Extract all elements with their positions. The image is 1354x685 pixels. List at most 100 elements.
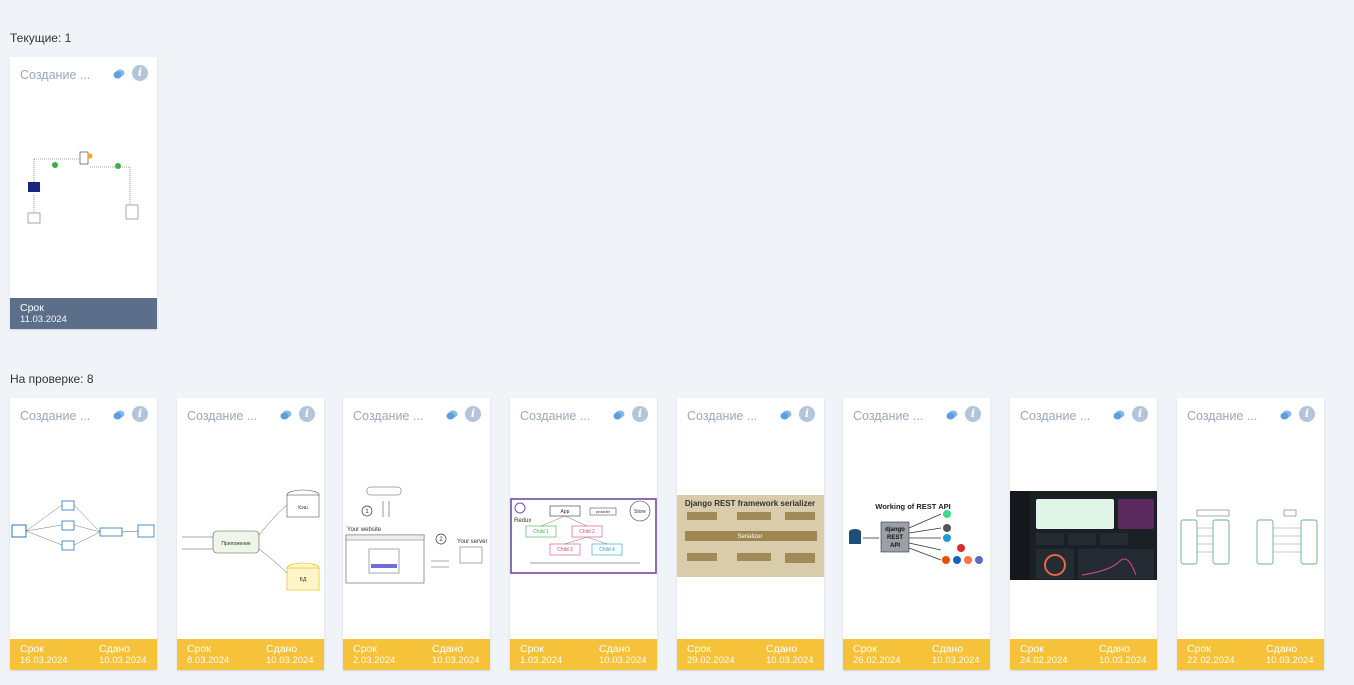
submitted-date: 10.03.2024 (599, 655, 647, 666)
deadline-label: Срок (687, 643, 711, 655)
card-title: Создание ... (353, 409, 424, 423)
card-title: Создание ... (20, 68, 91, 82)
card-footer: Срок 16.03.2024 Сдано 10.03.2024 (10, 639, 157, 670)
diagram-thumbnail-website-server: 1 Your website 2 Your server (343, 483, 490, 588)
chat-icon[interactable] (113, 69, 125, 80)
task-card-review[interactable]: Создание ... i Working of REST API djang… (843, 398, 990, 670)
rest-title: Working of REST API (875, 502, 950, 511)
svg-text:2: 2 (439, 537, 443, 543)
submitted-label: Сдано (932, 643, 964, 655)
card-title: Создание ... (1187, 409, 1258, 423)
django-serializer-label: Serializer (737, 534, 762, 540)
card-footer: Срок 8.03.2024 Сдано 10.03.2024 (177, 639, 324, 670)
deadline-date: 29.02.2024 (687, 655, 735, 666)
svg-text:Child 3: Child 3 (557, 547, 573, 553)
submitted-date: 10.03.2024 (932, 655, 980, 666)
chat-icon[interactable] (780, 410, 792, 421)
deadline-label: Срок (20, 643, 44, 655)
submitted-label: Сдано (266, 643, 298, 655)
chat-icon[interactable] (1113, 410, 1125, 421)
sql-db-label: БД (300, 577, 307, 583)
deadline-date: 26.02.2024 (853, 655, 901, 666)
svg-text:REST: REST (887, 535, 903, 541)
chat-icon[interactable] (1280, 410, 1292, 421)
card-title: Создание ... (187, 409, 258, 423)
info-icon[interactable]: i (465, 406, 481, 422)
task-card-current[interactable]: Создание ... i Срок 11.03.2024 (10, 57, 157, 329)
screenshot-thumbnail-dark-dashboard (1010, 491, 1157, 580)
deadline-date: 8.03.2024 (187, 655, 230, 666)
submitted-label: Сдано (766, 643, 798, 655)
deadline-label: Срок (520, 643, 544, 655)
deadline-date: 1.03.2024 (520, 655, 563, 666)
current-section-heading: Текущие: 1 (10, 31, 72, 45)
diagram-thumbnail-cache-flow: Приложение Кэш БД (177, 473, 324, 598)
svg-text:Child 4: Child 4 (599, 547, 615, 553)
diagram-thumbnail-django-serializer: Django REST framework serializer Seriali… (677, 495, 824, 577)
submitted-date: 10.03.2024 (1266, 655, 1314, 666)
card-footer: Срок 24.02.2024 Сдано 10.03.2024 (1010, 639, 1157, 670)
task-card-review[interactable]: Создание ... i Срок 16.03.2024 Сдано 10.… (10, 398, 157, 670)
task-card-review[interactable]: Создание ... i Срок 24.02.2024 Сдано 10.… (1010, 398, 1157, 670)
chat-icon[interactable] (946, 410, 958, 421)
svg-text:API: API (890, 543, 900, 549)
diagram-thumbnail-auth-flow (10, 147, 157, 237)
info-icon[interactable]: i (632, 406, 648, 422)
cache-db-label: Кэш (298, 505, 307, 511)
chat-icon[interactable] (613, 410, 625, 421)
submitted-date: 10.03.2024 (1099, 655, 1147, 666)
diagram-thumbnail-redux: Redux App provider Store Child 1 Child 2… (510, 498, 657, 574)
card-footer: Срок 22.02.2024 Сдано 10.03.2024 (1177, 639, 1324, 670)
card-title: Создание ... (1020, 409, 1091, 423)
task-card-review[interactable]: Создание ... i Django REST framework ser… (677, 398, 824, 670)
info-icon[interactable]: i (965, 406, 981, 422)
task-card-review[interactable]: Создание ... i 1 Your website 2 Your ser… (343, 398, 490, 670)
chat-icon[interactable] (113, 410, 125, 421)
card-title: Создание ... (520, 409, 591, 423)
submitted-label: Сдано (99, 643, 131, 655)
submitted-date: 10.03.2024 (432, 655, 480, 666)
info-icon[interactable]: i (1299, 406, 1315, 422)
card-footer: Срок 11.03.2024 (10, 298, 157, 329)
task-card-review[interactable]: Создание ... i Срок 22.02.2024 Сдано 10.… (1177, 398, 1324, 670)
card-footer: Срок 29.02.2024 Сдано 10.03.2024 (677, 639, 824, 670)
submitted-date: 10.03.2024 (766, 655, 814, 666)
deadline-label: Срок (853, 643, 877, 655)
deadline-label: Срок (1187, 643, 1211, 655)
diagram-thumbnail-rest-api: Working of REST API django REST API (843, 498, 990, 576)
task-card-review[interactable]: Создание ... i Приложение Кэш БД Срок 8.… (177, 398, 324, 670)
info-icon[interactable]: i (299, 406, 315, 422)
card-title: Создание ... (687, 409, 758, 423)
deadline-label: Срок (20, 302, 44, 314)
cache-center-label: Приложение (221, 541, 251, 547)
deadline-date: 22.02.2024 (1187, 655, 1235, 666)
info-icon[interactable]: i (799, 406, 815, 422)
django-title: Django REST framework serializer (685, 499, 815, 508)
card-title: Создание ... (20, 409, 91, 423)
deadline-label: Срок (187, 643, 211, 655)
svg-text:django: django (885, 527, 905, 533)
info-icon[interactable]: i (1132, 406, 1148, 422)
chat-icon[interactable] (446, 410, 458, 421)
task-card-review[interactable]: Создание ... i Redux App provider Store … (510, 398, 657, 670)
card-footer: Срок 2.03.2024 Сдано 10.03.2024 (343, 639, 490, 670)
submitted-label: Сдано (599, 643, 631, 655)
website-label: Your website (347, 527, 382, 533)
card-footer: Срок 26.02.2024 Сдано 10.03.2024 (843, 639, 990, 670)
chat-icon[interactable] (280, 410, 292, 421)
submitted-label: Сдано (432, 643, 464, 655)
svg-text:Child 2: Child 2 (579, 529, 595, 535)
submitted-label: Сдано (1099, 643, 1131, 655)
deadline-date: 2.03.2024 (353, 655, 396, 666)
deadline-date: 16.03.2024 (20, 655, 68, 666)
deadline-date: 24.02.2024 (1020, 655, 1068, 666)
info-icon[interactable]: i (132, 65, 148, 81)
deadline-label: Срок (353, 643, 377, 655)
svg-text:provider: provider (596, 509, 611, 514)
svg-text:Store: Store (634, 509, 646, 515)
submitted-date: 10.03.2024 (266, 655, 314, 666)
info-icon[interactable]: i (132, 406, 148, 422)
submitted-label: Сдано (1266, 643, 1298, 655)
deadline-label: Срок (1020, 643, 1044, 655)
deadline-date: 11.03.2024 (20, 314, 67, 325)
